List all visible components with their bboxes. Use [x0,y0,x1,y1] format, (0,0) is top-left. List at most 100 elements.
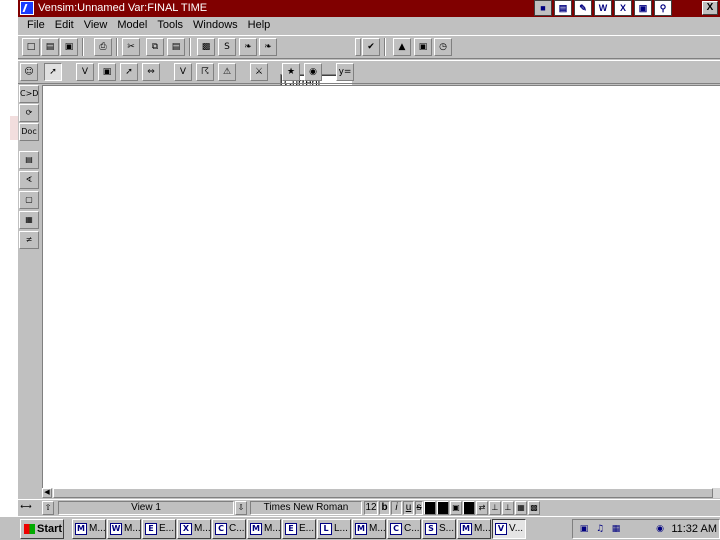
strikethrough-toggle[interactable]: s [415,501,423,515]
border-color-icon[interactable] [437,501,449,515]
doc-icon[interactable]: ■ [534,0,552,16]
new-model-icon[interactable]: □ [22,38,40,56]
taskbar-button[interactable]: M M... [457,519,491,539]
scroll-left-arrow-icon[interactable]: ◀ [42,488,52,498]
task-label: S... [439,523,455,534]
shadow-variable-icon[interactable]: V [174,63,192,81]
close-button[interactable]: X [702,1,718,15]
arrow-width-icon[interactable]: ⊥ [502,501,514,515]
taskbar-button[interactable]: W M... [107,519,141,539]
messenger-icon[interactable]: ◉ [653,523,667,535]
save-model-icon[interactable]: ▣ [60,38,78,56]
unhide-wand-icon[interactable]: ⚔ [250,63,268,81]
set-up-simulation-icon[interactable]: S [218,38,236,56]
delete-icon[interactable]: ◉ [304,63,322,81]
taskbar-button[interactable]: E E... [282,519,316,539]
rate-icon[interactable]: ⇔ [142,63,160,81]
cut-icon[interactable]: ✂ [122,38,140,56]
italic-toggle[interactable]: i [391,501,402,515]
sketch-workspace[interactable] [42,85,720,488]
pointer-icon[interactable]: ➚ [44,63,62,81]
vensim-app-icon[interactable] [20,1,34,15]
network-icon[interactable]: ▦ [609,523,623,535]
runs-compare-icon[interactable]: ≠ [19,231,39,249]
paste-icon[interactable]: ▤ [167,38,185,56]
start-button[interactable]: Start [20,519,64,539]
folder-icon[interactable]: ✎ [574,0,592,16]
title-bar[interactable]: Vensim:Unnamed Var:FINAL TIME ■ ▤ ✎ W X … [18,0,720,17]
causes-strip-icon[interactable]: ▤ [19,151,39,169]
analysis-icon[interactable]: ▣ [414,38,432,56]
menu-file[interactable]: File [22,18,50,33]
taskbar-button[interactable]: S S... [422,519,456,539]
synthesim-icon[interactable]: ❧ [259,38,277,56]
run-name-dropdown[interactable] [355,38,361,56]
view-dropdown-icon[interactable]: ⇩ [235,501,247,515]
model-settings-icon[interactable]: ▩ [197,38,215,56]
font-format-icon[interactable]: ▩ [528,501,540,515]
task-label: E... [299,523,315,534]
window-title: Vensim:Unnamed Var:FINAL TIME [38,2,208,14]
lock-icon[interactable]: ☺ [20,63,38,81]
horizontal-scrollbar[interactable]: ◀ [42,488,720,498]
hide-wand-icon[interactable]: ★ [282,63,300,81]
excel-icon[interactable]: X [614,0,632,16]
print-icon[interactable]: ⎙ [94,38,112,56]
menu-view[interactable]: View [79,18,113,33]
volume-icon[interactable]: ♫ [593,523,607,535]
taskbar-button[interactable]: E E... [142,519,176,539]
menu-edit[interactable]: Edit [50,18,79,33]
menu-model[interactable]: Model [112,18,152,33]
taskbar-button[interactable]: C C... [387,519,421,539]
view-up-icon[interactable]: ⇧ [42,501,54,515]
monitor-icon[interactable]: ▣ [577,523,591,535]
input-output-object-icon[interactable]: ☈ [196,63,214,81]
open-model-icon[interactable]: ▤ [41,38,59,56]
taskbar-button[interactable]: M M... [247,519,281,539]
bold-toggle[interactable]: b [379,501,390,515]
polarity-icon[interactable]: ▦ [515,501,527,515]
menu-help[interactable]: Help [243,18,276,33]
arrow-color-icon[interactable]: ⇄ [476,501,488,515]
view-selector[interactable]: View 1 [58,501,234,515]
equations-icon[interactable]: y= [336,63,354,81]
loops-icon[interactable]: ⟳ [19,104,39,122]
word-icon[interactable]: W [594,0,612,16]
taskbar-button[interactable]: C C... [212,519,246,539]
bar-graph-icon[interactable]: ▢ [19,191,39,209]
search-icon[interactable]: ⚲ [654,0,672,16]
sketch-comment-icon[interactable]: ⚠ [218,63,236,81]
check-model-icon[interactable]: ✔ [362,38,380,56]
document-tool[interactable]: Doc [19,123,39,141]
font-size-field[interactable]: 12 [364,501,378,515]
font-name-field[interactable]: Times New Roman [250,501,362,515]
causes-tree-icon[interactable]: C>D [19,85,39,103]
underline-toggle[interactable]: u [403,501,414,515]
taskbar-button-vensim[interactable]: V V... [492,519,526,539]
menu-windows[interactable]: Windows [188,18,243,33]
copy-icon[interactable]: ⧉ [146,38,164,56]
box-variable-icon[interactable]: ▣ [98,63,116,81]
variable-icon[interactable]: V [76,63,94,81]
clock-icon[interactable]: ◷ [434,38,452,56]
fill-color-icon[interactable] [463,501,475,515]
games-icon[interactable]: ▲ [393,38,411,56]
text-color-icon[interactable] [424,501,436,515]
display-icon[interactable]: ▣ [634,0,652,16]
shape-icon[interactable]: ▣ [450,501,462,515]
menu-tools[interactable]: Tools [152,18,188,33]
table-icon[interactable]: ▦ [19,211,39,229]
taskbar-button[interactable]: L L... [317,519,351,539]
notepad-icon[interactable]: ▤ [554,0,572,16]
task-app-icon: X [180,523,192,535]
run-simulation-icon[interactable]: ❧ [239,38,257,56]
scroll-thumb[interactable] [53,488,713,498]
taskbar-button[interactable]: M M... [352,519,386,539]
taskbar-button[interactable]: X M... [177,519,211,539]
line-style-icon[interactable]: ⊥ [489,501,501,515]
taskbar-button[interactable]: M M... [72,519,106,539]
move-view-icon[interactable]: ⟷ [20,501,32,515]
arrow-icon[interactable]: ➚ [120,63,138,81]
graph-icon[interactable]: ∢ [19,171,39,189]
clock[interactable]: 11:32 AM [671,523,717,535]
